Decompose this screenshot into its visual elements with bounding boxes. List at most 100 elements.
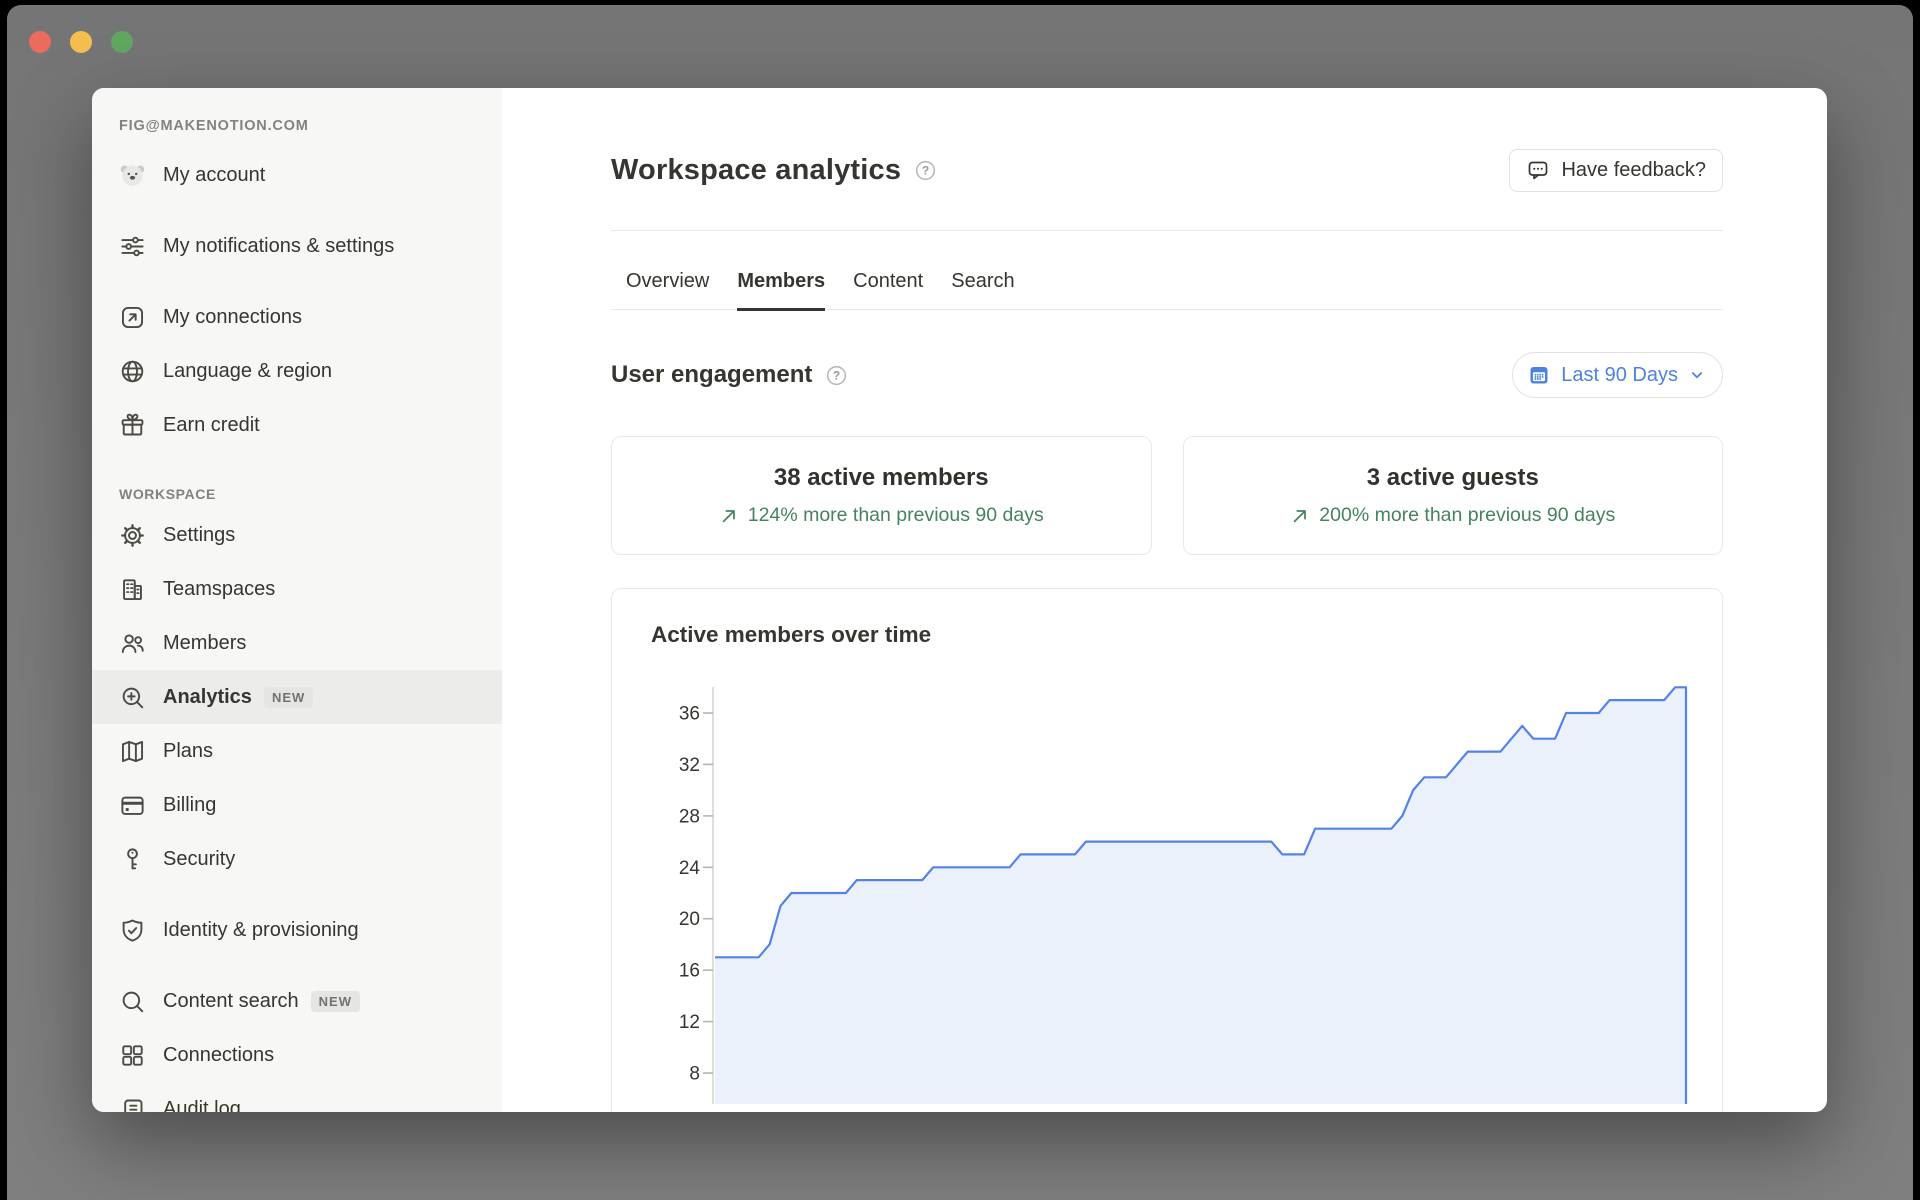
map-icon [119,738,146,765]
gear-icon [119,522,146,549]
sidebar-item-earn-credit[interactable]: Earn credit [92,398,502,452]
tab-search[interactable]: Search [951,270,1014,311]
sidebar-item-my-notifications-settings[interactable]: My notifications & settings [92,202,502,290]
sidebar-item-settings[interactable]: Settings [92,508,502,562]
screen: FIG@MAKENOTION.COM My account My notifica… [0,0,1920,1200]
sliders-icon [119,233,146,260]
svg-text:32: 32 [679,755,700,776]
active-members-chart: 812162024283236 [656,679,1691,1104]
sidebar-item-label: Earn credit [163,412,260,438]
sidebar-item-language-region[interactable]: Language & region [92,344,502,398]
grid-icon [119,1042,146,1069]
sidebar-item-label: Connections [163,1042,274,1068]
minimize-window-button[interactable] [70,31,92,53]
tab-members[interactable]: Members [737,270,825,311]
people-icon [119,630,146,657]
tab-content[interactable]: Content [853,270,923,311]
user-engagement-header: User engagement ? [611,352,1723,398]
account-section: My account My notifications & settings My … [92,148,502,452]
sidebar-item-label: Identity & provisioning [163,917,359,943]
gift-icon [119,412,146,439]
calendar-icon [1527,363,1551,387]
stat-delta-text: 200% more than previous 90 days [1319,504,1615,527]
workspace-section-label: WORKSPACE [119,486,502,502]
tab-bar: Overview Members Content Search [611,270,1723,310]
page-header: Workspace analytics ? [611,146,1723,194]
new-badge: NEW [264,687,313,708]
shield-check-icon [119,917,146,944]
chevron-down-icon [1688,366,1706,384]
magnifier-plus-icon [119,684,146,711]
sidebar-item-my-connections[interactable]: My connections [92,290,502,344]
feedback-bubble-icon [1526,158,1550,182]
date-range-value: Last 90 Days [1561,364,1678,387]
stat-card-3-active-guests: 3 active guests 200% more than previous 9… [1183,436,1724,555]
feedback-button-label: Have feedback? [1561,159,1706,182]
sidebar-item-label: Security [163,846,235,872]
sidebar-item-label: Billing [163,792,216,818]
stat-value: 3 active guests [1367,464,1539,492]
trend-up-icon [1290,506,1310,526]
chart-title: Active members over time [651,622,931,648]
svg-text:?: ? [833,368,840,382]
stat-value: 38 active members [774,464,989,492]
sidebar-item-connections[interactable]: Connections [92,1028,502,1082]
avatar-icon [119,162,146,189]
globe-icon [119,358,146,385]
sidebar-item-label: Content search [163,988,299,1014]
sidebar-item-label: Language & region [163,358,332,384]
app-window-background: FIG@MAKENOTION.COM My account My notifica… [7,5,1913,1200]
svg-text:16: 16 [679,961,700,982]
settings-main: Workspace analytics ? [502,88,1827,1112]
account-email: FIG@MAKENOTION.COM [119,118,502,134]
section-title-user-engagement: User engagement [611,361,812,389]
help-icon[interactable]: ? [825,364,848,387]
sidebar-item-label: My connections [163,304,302,330]
sidebar-item-identity-provisioning[interactable]: Identity & provisioning [92,886,502,974]
stat-card-38-active-members: 38 active members 124% more than previous… [611,436,1152,555]
page-title: Workspace analytics [611,154,901,187]
stat-delta-text: 124% more than previous 90 days [748,504,1044,527]
settings-modal: FIG@MAKENOTION.COM My account My notifica… [92,88,1827,1112]
sidebar-item-label: Audit log [163,1096,241,1112]
traffic-lights [29,31,133,53]
stat-cards: 38 active members 124% more than previous… [611,436,1723,555]
sidebar-item-my-account[interactable]: My account [92,148,502,202]
sidebar-item-teamspaces[interactable]: Teamspaces [92,562,502,616]
credit-card-icon [119,792,146,819]
sidebar-item-analytics[interactable]: Analytics NEW [92,670,502,724]
new-badge: NEW [311,991,360,1012]
arrow-up-right-box-icon [119,304,146,331]
tab-overview[interactable]: Overview [626,270,709,311]
svg-text:12: 12 [679,1012,700,1033]
magnifier-icon [119,988,146,1015]
stat-delta: 124% more than previous 90 days [719,504,1044,527]
have-feedback-button[interactable]: Have feedback? [1509,149,1723,192]
trend-up-icon [719,506,739,526]
sidebar-item-label: Analytics [163,684,252,710]
chart-card: Active members over time 812162024283236 [611,588,1723,1112]
sidebar-item-label: Settings [163,522,235,548]
workspace-section: Settings Teamspaces Members Analytics NEW Pla… [92,508,502,1112]
svg-text:8: 8 [689,1064,700,1085]
help-icon[interactable]: ? [914,159,937,182]
sidebar-item-label: Teamspaces [163,576,275,602]
header-divider [611,230,1723,231]
svg-text:?: ? [922,163,929,177]
sidebar-item-members[interactable]: Members [92,616,502,670]
building-icon [119,576,146,603]
settings-sidebar: FIG@MAKENOTION.COM My account My notifica… [92,88,502,1112]
sidebar-item-plans[interactable]: Plans [92,724,502,778]
svg-text:36: 36 [679,704,700,725]
date-range-selector[interactable]: Last 90 Days [1512,352,1723,398]
zoom-window-button[interactable] [111,31,133,53]
svg-text:20: 20 [679,909,700,930]
close-window-button[interactable] [29,31,51,53]
sidebar-item-billing[interactable]: Billing [92,778,502,832]
sidebar-item-label: My notifications & settings [163,233,394,259]
sidebar-item-label: My account [163,162,265,188]
sidebar-item-security[interactable]: Security [92,832,502,886]
sidebar-item-audit-log[interactable]: Audit log [92,1082,502,1112]
sidebar-item-content-search[interactable]: Content search NEW [92,974,502,1028]
key-icon [119,846,146,873]
